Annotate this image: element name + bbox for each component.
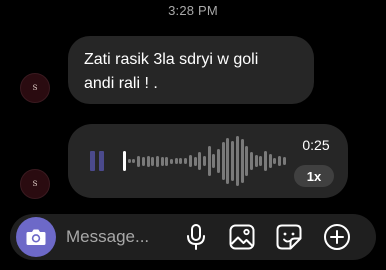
waveform-bar (254, 155, 258, 167)
waveform-bar (198, 152, 202, 170)
waveform-bar (240, 139, 244, 183)
playback-speed-button[interactable]: 1x (294, 165, 334, 187)
sticker-icon (276, 224, 302, 250)
message-line: Zati rasik 3la sdryi w goli (84, 51, 259, 68)
waveform-bar (170, 158, 173, 164)
contact-avatar[interactable]: S (20, 169, 50, 199)
microphone-button[interactable] (182, 223, 210, 251)
avatar-letter: S (32, 84, 38, 92)
voice-message-bubble[interactable]: 0:25 1x (68, 124, 348, 198)
text-message-bubble[interactable]: Zati rasik 3la sdryi w goli andi rali ! … (68, 36, 314, 104)
plus-circle-icon (324, 224, 350, 250)
waveform-bar (132, 159, 136, 163)
message-input[interactable] (66, 225, 176, 249)
waveform-bar (245, 146, 249, 176)
waveform-bar (165, 156, 169, 166)
waveform-bar (221, 142, 225, 180)
voice-waveform[interactable] (123, 134, 293, 188)
waveform-bar (146, 155, 150, 167)
gallery-icon (229, 224, 255, 250)
waveform-bar (155, 155, 159, 167)
avatar-letter: S (32, 180, 38, 188)
waveform-bar (226, 138, 230, 184)
waveform-bar (184, 158, 188, 164)
pause-icon[interactable] (90, 151, 105, 171)
contact-avatar[interactable]: S (20, 73, 50, 103)
waveform-bar (151, 156, 155, 166)
waveform-bar (278, 156, 282, 166)
voice-duration: 0:25 (302, 137, 330, 153)
waveform-bar (212, 154, 216, 168)
waveform-bar (123, 151, 126, 171)
waveform-bar (174, 158, 178, 164)
waveform-bar (141, 156, 145, 166)
sticker-button[interactable] (275, 223, 303, 251)
waveform-bar (202, 156, 206, 166)
waveform-bar (259, 156, 263, 166)
message-line: andi rali ! . (84, 75, 158, 92)
waveform-bar (193, 156, 197, 166)
waveform-bar (231, 141, 235, 181)
waveform-bar (235, 136, 239, 186)
message-timestamp: 3:28 PM (168, 3, 218, 18)
waveform-bar (188, 155, 192, 167)
waveform-bar (179, 158, 183, 164)
waveform-bar (207, 146, 211, 176)
camera-icon (26, 229, 46, 245)
waveform-bar (264, 151, 267, 171)
waveform-bar (249, 152, 253, 170)
waveform-bar (217, 149, 220, 173)
more-options-button[interactable] (323, 223, 351, 251)
gallery-button[interactable] (228, 223, 256, 251)
waveform-bar (127, 159, 131, 163)
waveform-bar (160, 156, 164, 166)
camera-button[interactable] (16, 217, 56, 257)
waveform-bar (282, 157, 286, 165)
microphone-icon (187, 224, 205, 250)
waveform-bar (137, 155, 141, 167)
waveform-bar (273, 158, 277, 164)
waveform-bar (268, 154, 272, 168)
message-composer (10, 214, 376, 260)
